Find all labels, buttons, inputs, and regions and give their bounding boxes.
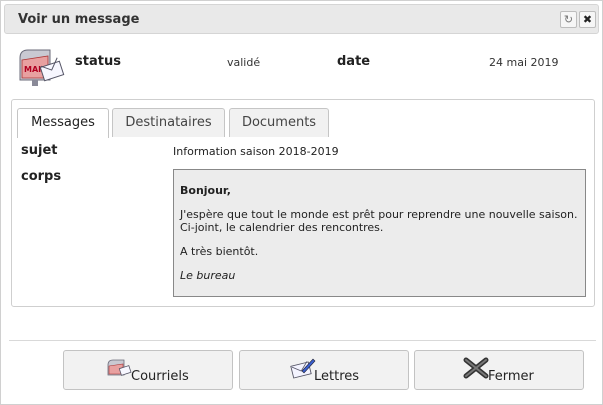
lettres-button[interactable]: Lettres [239,350,409,390]
tab-messages[interactable]: Messages [17,108,109,138]
tab-destinataires[interactable]: Destinataires [112,108,225,137]
fermer-label: Fermer [488,369,534,384]
footer-divider [9,340,596,341]
subject-label: sujet [21,143,58,158]
body-label: corps [21,169,62,184]
message-dialog: Voir un message ↻ ✖ MAIL status validé d… [0,0,603,405]
mail-icon [107,359,132,376]
close-x-icon [463,357,489,379]
body-line-2: Ci-joint, le calendrier des rencontres. [180,221,384,234]
date-value: 24 mai 2019 [489,56,559,69]
subject-value: Information saison 2018-2019 [173,145,339,158]
fermer-button[interactable]: Fermer [414,350,584,390]
body-line-1: J'espère que tout le monde est prêt pour… [180,208,578,221]
tab-documents[interactable]: Documents [229,108,329,137]
status-value: validé [227,56,261,69]
letter-pen-icon [290,358,316,379]
dialog-title: Voir un message [18,12,140,27]
body-signature: Le bureau [180,269,236,282]
dialog-titlebar: Voir un message ↻ ✖ [4,4,599,34]
mailbox-icon: MAIL [19,49,65,86]
close-icon[interactable]: ✖ [579,11,596,28]
lettres-label: Lettres [314,369,360,384]
refresh-icon[interactable]: ↻ [560,11,577,28]
courriels-label: Courriels [131,369,189,384]
date-label: date [337,54,371,69]
body-greeting: Bonjour, [180,184,231,197]
message-body: Bonjour, J'espère que tout le monde est … [173,169,586,297]
courriels-button[interactable]: Courriels [63,350,233,390]
body-closing: A très bientôt. [180,245,259,258]
status-label: status [75,54,121,69]
